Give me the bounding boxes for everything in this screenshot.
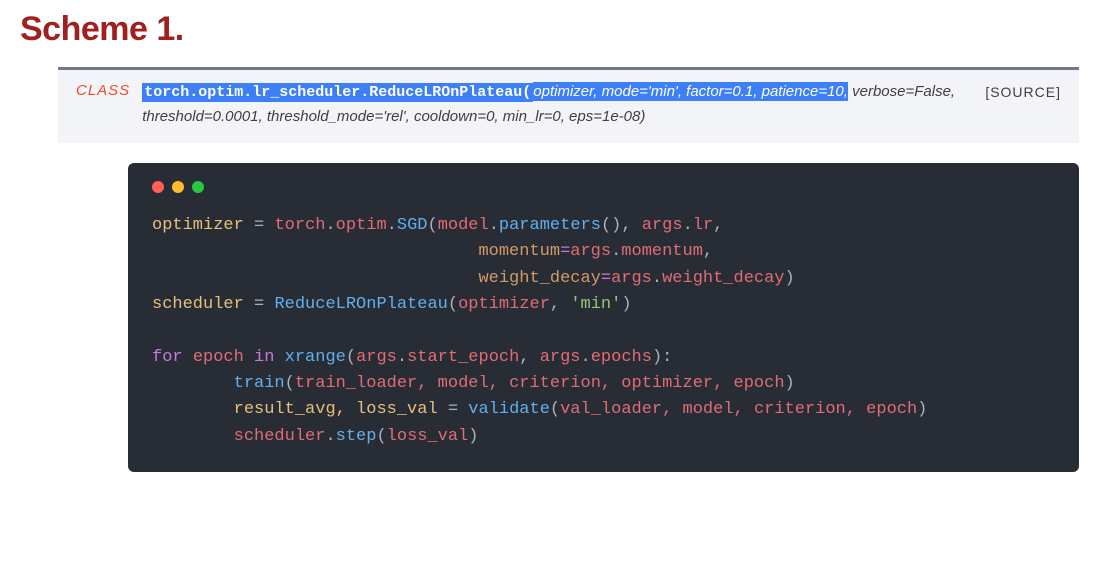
page-title: Scheme 1. — [20, 10, 1089, 49]
maximize-icon — [192, 181, 204, 193]
minimize-icon — [172, 181, 184, 193]
code-line: scheduler = ReduceLROnPlateau(optimizer,… — [152, 292, 1055, 318]
code-line: for epoch in xrange(args.start_epoch, ar… — [152, 345, 1055, 371]
window-controls — [152, 181, 1055, 193]
source-link[interactable]: [SOURCE] — [985, 84, 1061, 100]
code-line: scheduler.step(loss_val) — [152, 424, 1055, 450]
code-line: weight_decay=args.weight_decay) — [152, 266, 1055, 292]
class-label: CLASS — [76, 82, 130, 99]
code-line: momentum=args.momentum, — [152, 239, 1055, 265]
signature-left: CLASS torch.optim.lr_scheduler.ReduceLRO… — [76, 80, 965, 129]
code-line: result_avg, loss_val = validate(val_load… — [152, 397, 1055, 423]
args-highlighted: optimizer, mode='min', factor=0.1, patie… — [533, 82, 844, 101]
class-signature-box: CLASS torch.optim.lr_scheduler.ReduceLRO… — [58, 67, 1079, 143]
code-line: train(train_loader, model, criterion, op… — [152, 371, 1055, 397]
code-block: optimizer = torch.optim.SGD(model.parame… — [128, 163, 1079, 472]
code-line: optimizer = torch.optim.SGD(model.parame… — [152, 213, 1055, 239]
args-hl-trail: , — [844, 82, 848, 101]
code-line — [152, 318, 1055, 344]
signature-text: torch.optim.lr_scheduler.ReduceLROnPlate… — [142, 80, 965, 129]
qualified-name: torch.optim.lr_scheduler.ReduceLROnPlate… — [142, 83, 533, 102]
close-icon — [152, 181, 164, 193]
